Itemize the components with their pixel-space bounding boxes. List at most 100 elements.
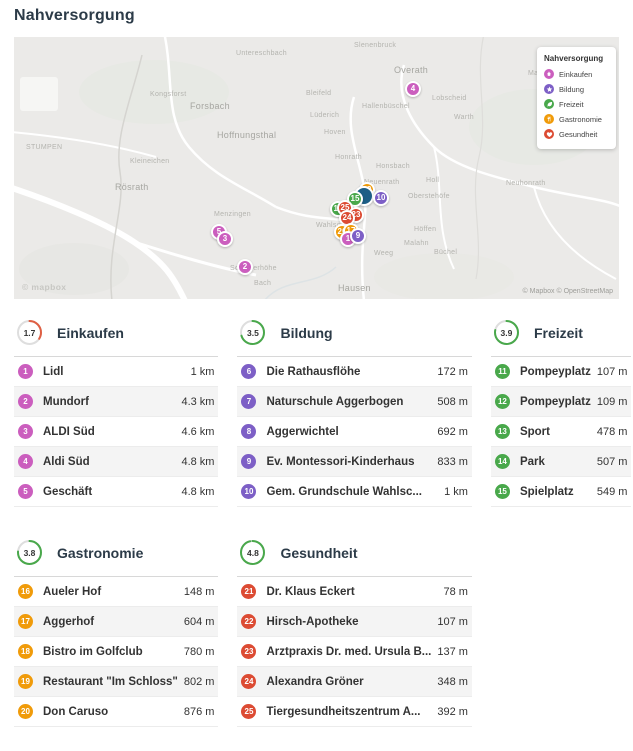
list-item[interactable]: 14 Park 507 m [490, 447, 632, 477]
list-item[interactable]: 4 Aldi Süd 4.8 km [14, 447, 219, 477]
item-name: Spielplatz [519, 485, 574, 498]
item-number-badge: 5 [18, 484, 33, 499]
item-distance: 478 m [596, 425, 628, 438]
legend-item-freizeit: Freizeit [544, 99, 610, 109]
list-item[interactable]: 22 Hirsch-Apotheke 107 m [237, 607, 472, 637]
map-marker-3[interactable]: 3 [217, 231, 233, 247]
section-list: 11 Pompeyplatz 107 m 12 Pompeyplatz 109 m 13 Sp… [490, 357, 632, 507]
list-item[interactable]: 21 Dr. Klaus Eckert 78 m [237, 577, 472, 607]
map-marker-4[interactable]: 4 [405, 81, 421, 97]
list-item[interactable]: 1 Lidl 1 km [14, 357, 219, 387]
item-number-badge: 1 [18, 364, 33, 379]
list-item[interactable]: 9 Ev. Montessori-Kinderhaus 833 m [237, 447, 472, 477]
list-item[interactable]: 11 Pompeyplatz 107 m [490, 357, 632, 387]
item-number-badge: 14 [494, 454, 510, 469]
item-number-badge: 11 [494, 364, 510, 379]
list-item[interactable]: 13 Sport 478 m [490, 417, 632, 447]
item-name: Arztpraxis Dr. med. Ursula B... [266, 645, 432, 658]
item-name: Aldi Süd [43, 455, 90, 468]
map-place-label: Holl [426, 177, 440, 184]
list-item[interactable]: 15 Spielplatz 549 m [490, 477, 632, 507]
list-item[interactable]: 7 Naturschule Aggerbogen 508 m [237, 387, 472, 417]
map-place-label: Kleineichen [130, 158, 170, 165]
list-item[interactable]: 17 Aggerhof 604 m [14, 607, 219, 637]
score-badge: 4.8 [239, 539, 266, 566]
section-header: 3.5 Bildung [237, 317, 472, 357]
item-distance: 172 m [437, 365, 468, 378]
map-place-label: Slenenbruck [354, 42, 397, 49]
item-distance: 78 m [443, 585, 468, 598]
map-place-label: Höffen [414, 226, 437, 233]
map-place-label: Malahn [404, 240, 429, 247]
section-gesundheit: 4.8 Gesundheit 21 Dr. Klaus Eckert 78 m 22 H… [237, 537, 472, 727]
score-value: 3.9 [500, 327, 513, 338]
item-distance: 4.8 km [181, 455, 215, 468]
item-name: ALDI Süd [43, 425, 95, 438]
item-number-badge: 13 [494, 424, 510, 439]
item-number-badge: 20 [18, 704, 33, 719]
item-distance: 137 m [437, 645, 468, 658]
item-number-badge: 9 [241, 454, 257, 469]
item-name: Pompeyplatz [519, 395, 591, 408]
map[interactable]: SlenenbruckUntereschbachOverathMarialven… [14, 37, 619, 299]
list-item[interactable]: 20 Don Caruso 876 m [14, 697, 219, 727]
section-list: 16 Aueler Hof 148 m 17 Aggerhof 604 m 18 Bistro… [14, 577, 219, 727]
item-distance: 4.6 km [181, 425, 215, 438]
leaf-icon [544, 99, 554, 109]
score-value: 1.7 [23, 327, 36, 338]
map-marker-2[interactable]: 2 [237, 259, 253, 275]
item-name: Geschäft [43, 485, 93, 498]
map-place-label: Warth [454, 114, 474, 121]
list-item[interactable]: 3 ALDI Süd 4.6 km [14, 417, 219, 447]
item-distance: 107 m [437, 615, 468, 628]
section-list: 21 Dr. Klaus Eckert 78 m 22 Hirsch-Apotheke 1… [237, 577, 472, 727]
mapbox-logo[interactable]: © mapbox [22, 282, 66, 292]
item-distance: 549 m [596, 485, 628, 498]
map-place-label: Hausen [338, 283, 371, 293]
map-place-label: Weeg [374, 250, 394, 257]
legend-item-einkaufen: Einkaufen [544, 69, 610, 79]
item-name: Ev. Montessori-Kinderhaus [266, 455, 415, 468]
map-place-label: Kongsforst [150, 91, 187, 98]
list-item[interactable]: 18 Bistro im Golfclub 780 m [14, 637, 219, 667]
list-item[interactable]: 6 Die Rathausflöhe 172 m [237, 357, 472, 387]
score-badge: 1.7 [16, 319, 43, 346]
item-name: Don Caruso [43, 705, 109, 718]
score-badge: 3.5 [239, 319, 266, 346]
item-name: Bistro im Golfclub [43, 645, 143, 658]
item-number-badge: 2 [18, 394, 33, 409]
map-attribution[interactable]: © Mapbox © OpenStreetMap [523, 288, 613, 295]
list-item[interactable]: 8 Aggerwichtel 692 m [237, 417, 472, 447]
category-sections: 1.7 Einkaufen 1 Lidl 1 km 2 Mundorf 4.3 km 3 AL… [14, 317, 632, 727]
map-place-label: Bleifeld [306, 90, 332, 97]
section-title: Freizeit [533, 324, 583, 341]
list-item[interactable]: 16 Aueler Hof 148 m [14, 577, 219, 607]
list-item[interactable]: 12 Pompeyplatz 109 m [490, 387, 632, 417]
item-number-badge: 22 [241, 614, 257, 629]
list-item[interactable]: 2 Mundorf 4.3 km [14, 387, 219, 417]
item-distance: 692 m [437, 425, 468, 438]
item-distance: 148 m [183, 585, 215, 598]
list-item[interactable]: 25 Tiergesundheitszentrum A... 392 m [237, 697, 472, 727]
legend-item-bildung: Bildung [544, 84, 610, 94]
list-item[interactable]: 5 Geschäft 4.8 km [14, 477, 219, 507]
item-distance: 109 m [596, 395, 628, 408]
star-icon [544, 84, 554, 94]
section-header: 3.9 Freizeit [490, 317, 632, 357]
item-distance: 348 m [437, 675, 468, 688]
item-distance: 1 km [444, 485, 468, 498]
list-item[interactable]: 23 Arztpraxis Dr. med. Ursula B... 137 m [237, 637, 472, 667]
list-item[interactable]: 10 Gem. Grundschule Wahlsc... 1 km [237, 477, 472, 507]
map-marker-9[interactable]: 9 [350, 228, 366, 244]
legend-item-gastronomie: Gastronomie [544, 114, 610, 124]
item-number-badge: 6 [241, 364, 257, 379]
map-marker-10[interactable]: 10 [373, 190, 389, 206]
section-title: Gastronomie [57, 544, 144, 561]
list-item[interactable]: 24 Alexandra Gröner 348 m [237, 667, 472, 697]
item-number-badge: 25 [241, 704, 257, 719]
map-place-label: Hallenbüschel [362, 103, 410, 110]
list-item[interactable]: 19 Restaurant "Im Schloss" 802 m [14, 667, 219, 697]
item-distance: 604 m [183, 615, 215, 628]
legend-label: Gastronomie [559, 114, 602, 124]
legend-label: Freizeit [559, 99, 584, 109]
